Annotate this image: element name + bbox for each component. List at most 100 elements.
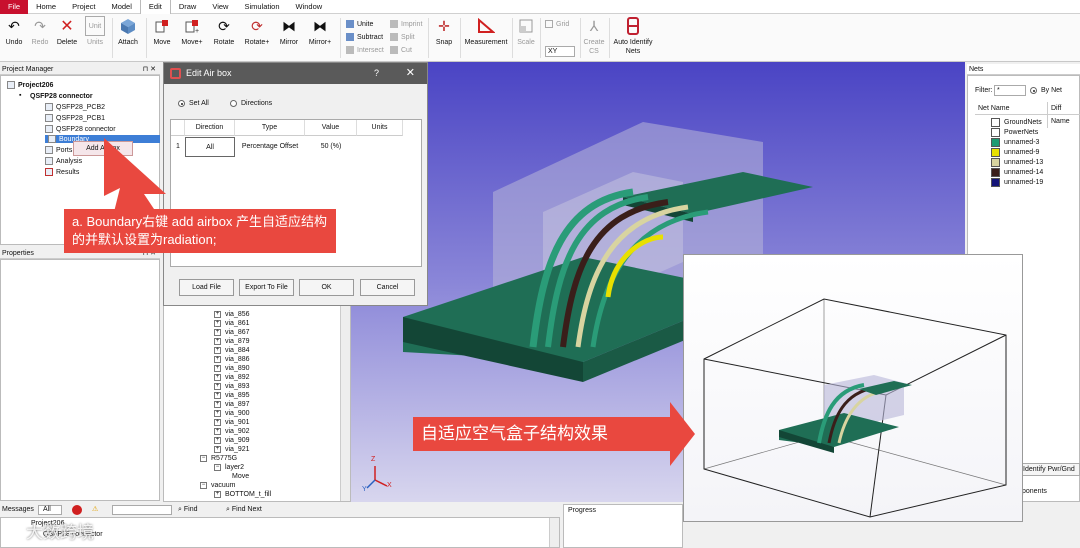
messages-scrollbar[interactable]	[549, 518, 559, 547]
project-icon	[7, 81, 15, 89]
menu-edit[interactable]: Edit	[139, 0, 171, 14]
tree-vacuum[interactable]: − vacuum	[200, 482, 236, 489]
mirror-plus-button[interactable]: ⧓ Mirror+	[306, 16, 334, 60]
subtract-button[interactable]: Subtract	[346, 33, 383, 41]
net-item[interactable]: unnamed-19	[991, 178, 1043, 187]
cell-direction[interactable]: All	[185, 137, 235, 157]
tree-scrollbar[interactable]	[340, 301, 350, 501]
tree-connector[interactable]: QSFP28 connector	[45, 125, 116, 133]
attach-button[interactable]: Attach	[116, 16, 140, 60]
tree-via[interactable]: + via_901	[214, 419, 250, 426]
message-filter-select[interactable]: All	[38, 505, 62, 515]
measurement-button[interactable]: Measurement	[462, 16, 510, 60]
tree-pcb1[interactable]: QSFP28_PCB1	[45, 114, 105, 122]
intersect-button[interactable]: Intersect	[346, 46, 384, 54]
warning-icon[interactable]: ⚠	[92, 504, 98, 516]
net-item[interactable]: unnamed-9	[991, 148, 1039, 157]
find-next-button[interactable]: ⌕ Find Next	[226, 504, 262, 516]
ribbon-separator	[580, 18, 581, 58]
imprint-button[interactable]: Imprint	[390, 20, 422, 28]
rotate-button[interactable]: ⟳ Rotate	[212, 16, 236, 60]
move-button[interactable]: Move	[150, 16, 174, 60]
col-net-name: Net Name	[978, 105, 1010, 112]
scale-button[interactable]: Scale	[515, 16, 537, 60]
tree-ports[interactable]: Ports	[45, 146, 72, 154]
cut-button[interactable]: Cut	[390, 46, 412, 54]
ribbon-separator	[146, 18, 147, 58]
expand-icon: +	[214, 356, 221, 363]
radio-by-net[interactable]: By Net	[1030, 87, 1062, 94]
radio-set-all[interactable]: Set All	[178, 100, 209, 107]
menu-simulation[interactable]: Simulation	[236, 0, 287, 14]
net-item[interactable]: unnamed-13	[991, 158, 1043, 167]
ok-button[interactable]: OK	[299, 279, 354, 296]
move-plus-button[interactable]: + Move+	[180, 16, 204, 60]
menu-window[interactable]: Window	[288, 0, 331, 14]
tree-via[interactable]: + via_921	[214, 446, 250, 453]
tree-via[interactable]: + via_909	[214, 437, 250, 444]
mirror-button[interactable]: ⧓ Mirror	[278, 16, 300, 60]
radio-directions[interactable]: Directions	[230, 100, 272, 107]
net-item[interactable]: unnamed-3	[991, 138, 1039, 147]
menu-draw[interactable]: Draw	[171, 0, 205, 14]
export-to-file-button[interactable]: Export To File	[239, 279, 294, 296]
error-icon[interactable]	[72, 505, 82, 515]
tree-pcb2[interactable]: QSFP28_PCB2	[45, 103, 105, 111]
create-cs-button[interactable]: ⅄ Create CS	[582, 16, 606, 60]
menu-file[interactable]: File	[0, 0, 29, 14]
cell-units[interactable]	[357, 137, 403, 157]
find-input[interactable]	[112, 505, 172, 515]
tree-move[interactable]: Move	[232, 473, 249, 480]
tree-via[interactable]: + via_861	[214, 320, 250, 327]
tree-via[interactable]: + via_884	[214, 347, 250, 354]
cell-value[interactable]: 50 (%)	[305, 137, 357, 157]
help-icon[interactable]: ?	[374, 63, 379, 84]
menu-model[interactable]: Model	[103, 0, 139, 14]
delete-button[interactable]: ✕ Delete	[56, 16, 78, 60]
tree-r5775g[interactable]: − R5775G	[200, 455, 237, 462]
load-file-button[interactable]: Load File	[179, 279, 234, 296]
redo-button[interactable]: ↷ Redo	[30, 16, 50, 60]
components-tab[interactable]: ponents	[1022, 488, 1047, 495]
units-button[interactable]: Unit Units	[84, 16, 106, 60]
tree-via[interactable]: + via_886	[214, 356, 250, 363]
menu-home[interactable]: Home	[28, 0, 64, 14]
tree-via[interactable]: + via_856	[214, 311, 250, 318]
snap-button[interactable]: ✛ Snap	[432, 16, 456, 60]
tree-via[interactable]: + via_895	[214, 392, 250, 399]
tree-bottom-fill[interactable]: + BOTTOM_t_fill	[214, 491, 271, 498]
menu-project[interactable]: Project	[64, 0, 103, 14]
tree-connector-root[interactable]: ▪ QSFP28 connector	[19, 92, 93, 100]
tree-project[interactable]: Project206	[7, 81, 53, 89]
tree-results[interactable]: Results	[45, 168, 79, 176]
tree-via[interactable]: + via_890	[214, 365, 250, 372]
pin-close-icon[interactable]: ⊓ ✕	[143, 64, 156, 75]
net-item[interactable]: GroundNets	[991, 118, 1042, 127]
undo-button[interactable]: ↶ Undo	[4, 16, 24, 60]
find-button[interactable]: ⌕ Find	[178, 504, 198, 516]
tree-via[interactable]: + via_879	[214, 338, 250, 345]
auto-identify-nets-button[interactable]: Auto Identify Nets	[612, 16, 654, 60]
net-item[interactable]: PowerNets	[991, 128, 1038, 137]
tree-via[interactable]: + via_902	[214, 428, 250, 435]
col-value: Value	[305, 120, 357, 136]
cell-type[interactable]: Percentage Offset	[235, 137, 305, 157]
tree-via[interactable]: + via_893	[214, 383, 250, 390]
tree-via[interactable]: + via_897	[214, 401, 250, 408]
grid-toggle[interactable]: Grid	[545, 20, 569, 28]
identify-pwr-gnd-button[interactable]: Identify Pwr/Gnd	[1020, 463, 1080, 476]
split-button[interactable]: Split	[390, 33, 415, 41]
tree-via[interactable]: + via_892	[214, 374, 250, 381]
net-item[interactable]: unnamed-14	[991, 168, 1043, 177]
tree-analysis[interactable]: Analysis	[45, 157, 82, 165]
grid-plane-select[interactable]: XY	[545, 46, 575, 57]
tree-layer2[interactable]: − layer2	[214, 464, 244, 471]
unite-button[interactable]: Unite	[346, 20, 373, 28]
rotate-plus-button[interactable]: ⟳ Rotate+	[244, 16, 270, 60]
tree-via[interactable]: + via_867	[214, 329, 250, 336]
cancel-button[interactable]: Cancel	[360, 279, 415, 296]
menu-view[interactable]: View	[204, 0, 236, 14]
tree-via[interactable]: + via_900	[214, 410, 250, 417]
filter-input[interactable]: *	[994, 85, 1026, 96]
close-icon[interactable]: ✕	[406, 63, 415, 84]
